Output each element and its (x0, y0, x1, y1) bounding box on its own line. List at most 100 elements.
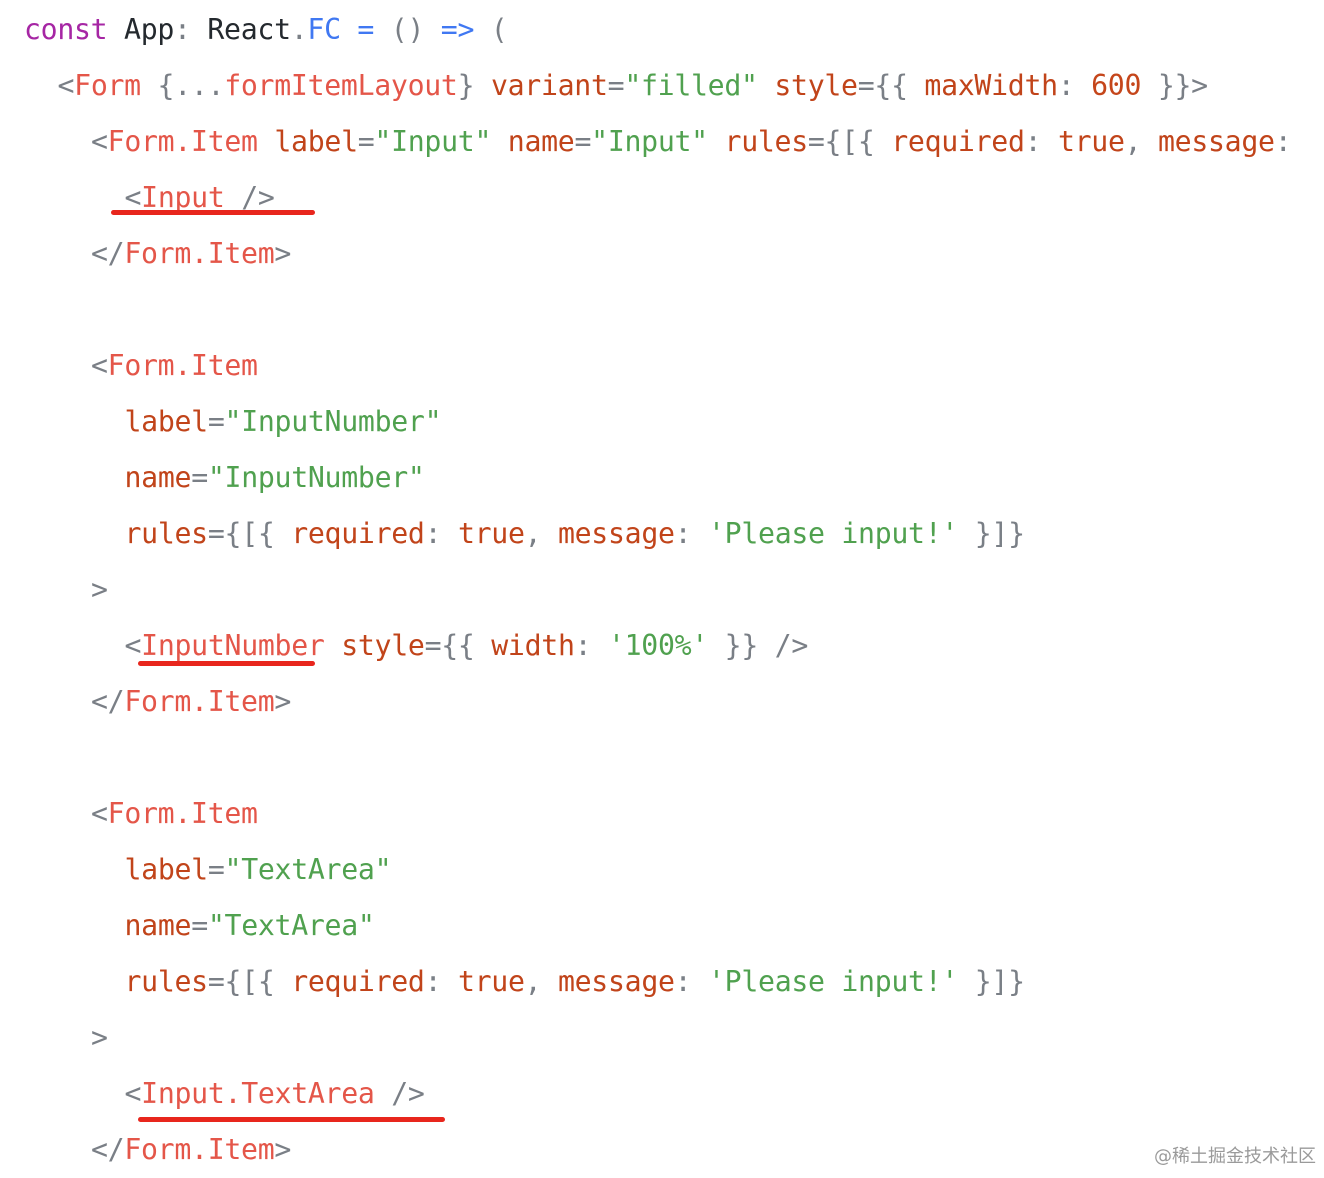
code-token: > (274, 1133, 292, 1166)
code-token: : (174, 13, 208, 46)
code-token: Form.Item (107, 125, 258, 158)
code-token: }}> (1141, 69, 1208, 102)
code-line: </Form.Item> (91, 226, 291, 282)
code-token: style (341, 629, 425, 662)
code-token: true (1057, 125, 1125, 158)
code-token: = (607, 69, 625, 102)
code-token: Form.Item (124, 1133, 275, 1166)
code-token: </ (91, 685, 125, 718)
code-token: > (91, 1021, 108, 1054)
code-line: <Form.Item label="Input" name="Input" ru… (91, 114, 1292, 170)
code-token: < (91, 349, 108, 382)
code-token: < (124, 629, 142, 662)
code-token: Form.Item (124, 685, 275, 718)
code-token: = (574, 125, 592, 158)
code-token: < (91, 797, 108, 830)
code-token: true (457, 965, 525, 998)
code-line: <Form.Item (91, 786, 258, 842)
code-token: Form (74, 69, 141, 102)
code-line: rules={[{ required: true, message: 'Plea… (124, 954, 1026, 1010)
code-token: formItemLayout (224, 69, 458, 102)
code-token: = (191, 909, 208, 942)
code-token: /> (374, 1077, 425, 1110)
code-token: variant (490, 69, 608, 102)
code-token: : (424, 517, 458, 550)
code-token: maxWidth (924, 69, 1058, 102)
code-token: name (124, 461, 192, 494)
code-token: Form.Item (107, 797, 258, 830)
code-line: > (91, 1010, 108, 1066)
code-token: 'Please input!' (708, 965, 959, 998)
code-token: React (207, 13, 291, 46)
code-token: </ (91, 237, 125, 270)
code-token: </ (91, 1133, 125, 1166)
code-token: message (557, 517, 675, 550)
annotation-underline-textarea (138, 1117, 445, 1122)
code-token: rules (124, 517, 209, 550)
code-line: name="TextArea" (125, 898, 375, 954)
code-token: > (91, 573, 108, 606)
code-token: "TextArea" (207, 909, 375, 942)
code-token: > (274, 237, 292, 270)
code-line: </Form.Item> (91, 1122, 291, 1178)
code-token: App (107, 13, 175, 46)
code-line: </Form.Item> (91, 674, 291, 730)
code-token: < (124, 1077, 142, 1110)
code-token: = (207, 405, 225, 438)
code-token: {... (140, 69, 225, 102)
annotation-underline-inputnumber (138, 661, 315, 666)
code-line: label="TextArea" (125, 842, 392, 898)
code-token: 600 (1091, 69, 1142, 102)
code-token: : (574, 629, 608, 662)
code-token: , (524, 517, 558, 550)
code-token: }} /> (708, 629, 809, 662)
watermark: @稀土掘金技术社区 (1154, 1146, 1316, 1167)
code-token: : (674, 517, 709, 550)
code-token: InputNumber (141, 629, 325, 662)
code-token: FC (307, 13, 341, 46)
code-token: ={{ (857, 69, 925, 102)
code-token: name (124, 909, 192, 942)
code-token: required (291, 965, 425, 998)
code-line: > (91, 562, 108, 618)
code-token: } (457, 69, 491, 102)
code-token: : (1057, 69, 1092, 102)
code-line: name="InputNumber" (125, 450, 425, 506)
code-token: ={{ (424, 629, 492, 662)
code-token: '100%' (607, 629, 708, 662)
code-line: <Input.TextArea /> (125, 1066, 425, 1122)
code-token: = (191, 461, 208, 494)
code-token: label (124, 405, 209, 438)
code-token: label (274, 125, 358, 158)
code-token: Form.Item (124, 237, 275, 270)
code-token: rules (124, 965, 209, 998)
code-token: style (774, 69, 858, 102)
code-token: : (674, 965, 709, 998)
code-token: }]} (958, 517, 1025, 550)
code-token: rules (724, 125, 809, 158)
code-token: message (1158, 125, 1275, 158)
code-line: rules={[{ required: true, message: 'Plea… (124, 506, 1026, 562)
code-line: <Form {...formItemLayout} variant="fille… (57, 58, 1209, 114)
code-token: () (390, 13, 441, 46)
code-token: required (291, 517, 425, 550)
code-token: : (1274, 125, 1292, 158)
code-token: , (1124, 125, 1158, 158)
code-token: : (1024, 125, 1058, 158)
code-token: "InputNumber" (224, 405, 442, 438)
code-token: required (891, 125, 1025, 158)
code-token: name (507, 125, 575, 158)
code-token: ={[{ (207, 965, 292, 998)
code-token: message (557, 965, 675, 998)
code-token: }]} (958, 965, 1025, 998)
code-token: ={[{ (807, 125, 892, 158)
code-token: width (491, 629, 575, 662)
code-token: true (457, 517, 525, 550)
code-token: 'Please input!' (708, 517, 959, 550)
code-token: < (57, 69, 75, 102)
